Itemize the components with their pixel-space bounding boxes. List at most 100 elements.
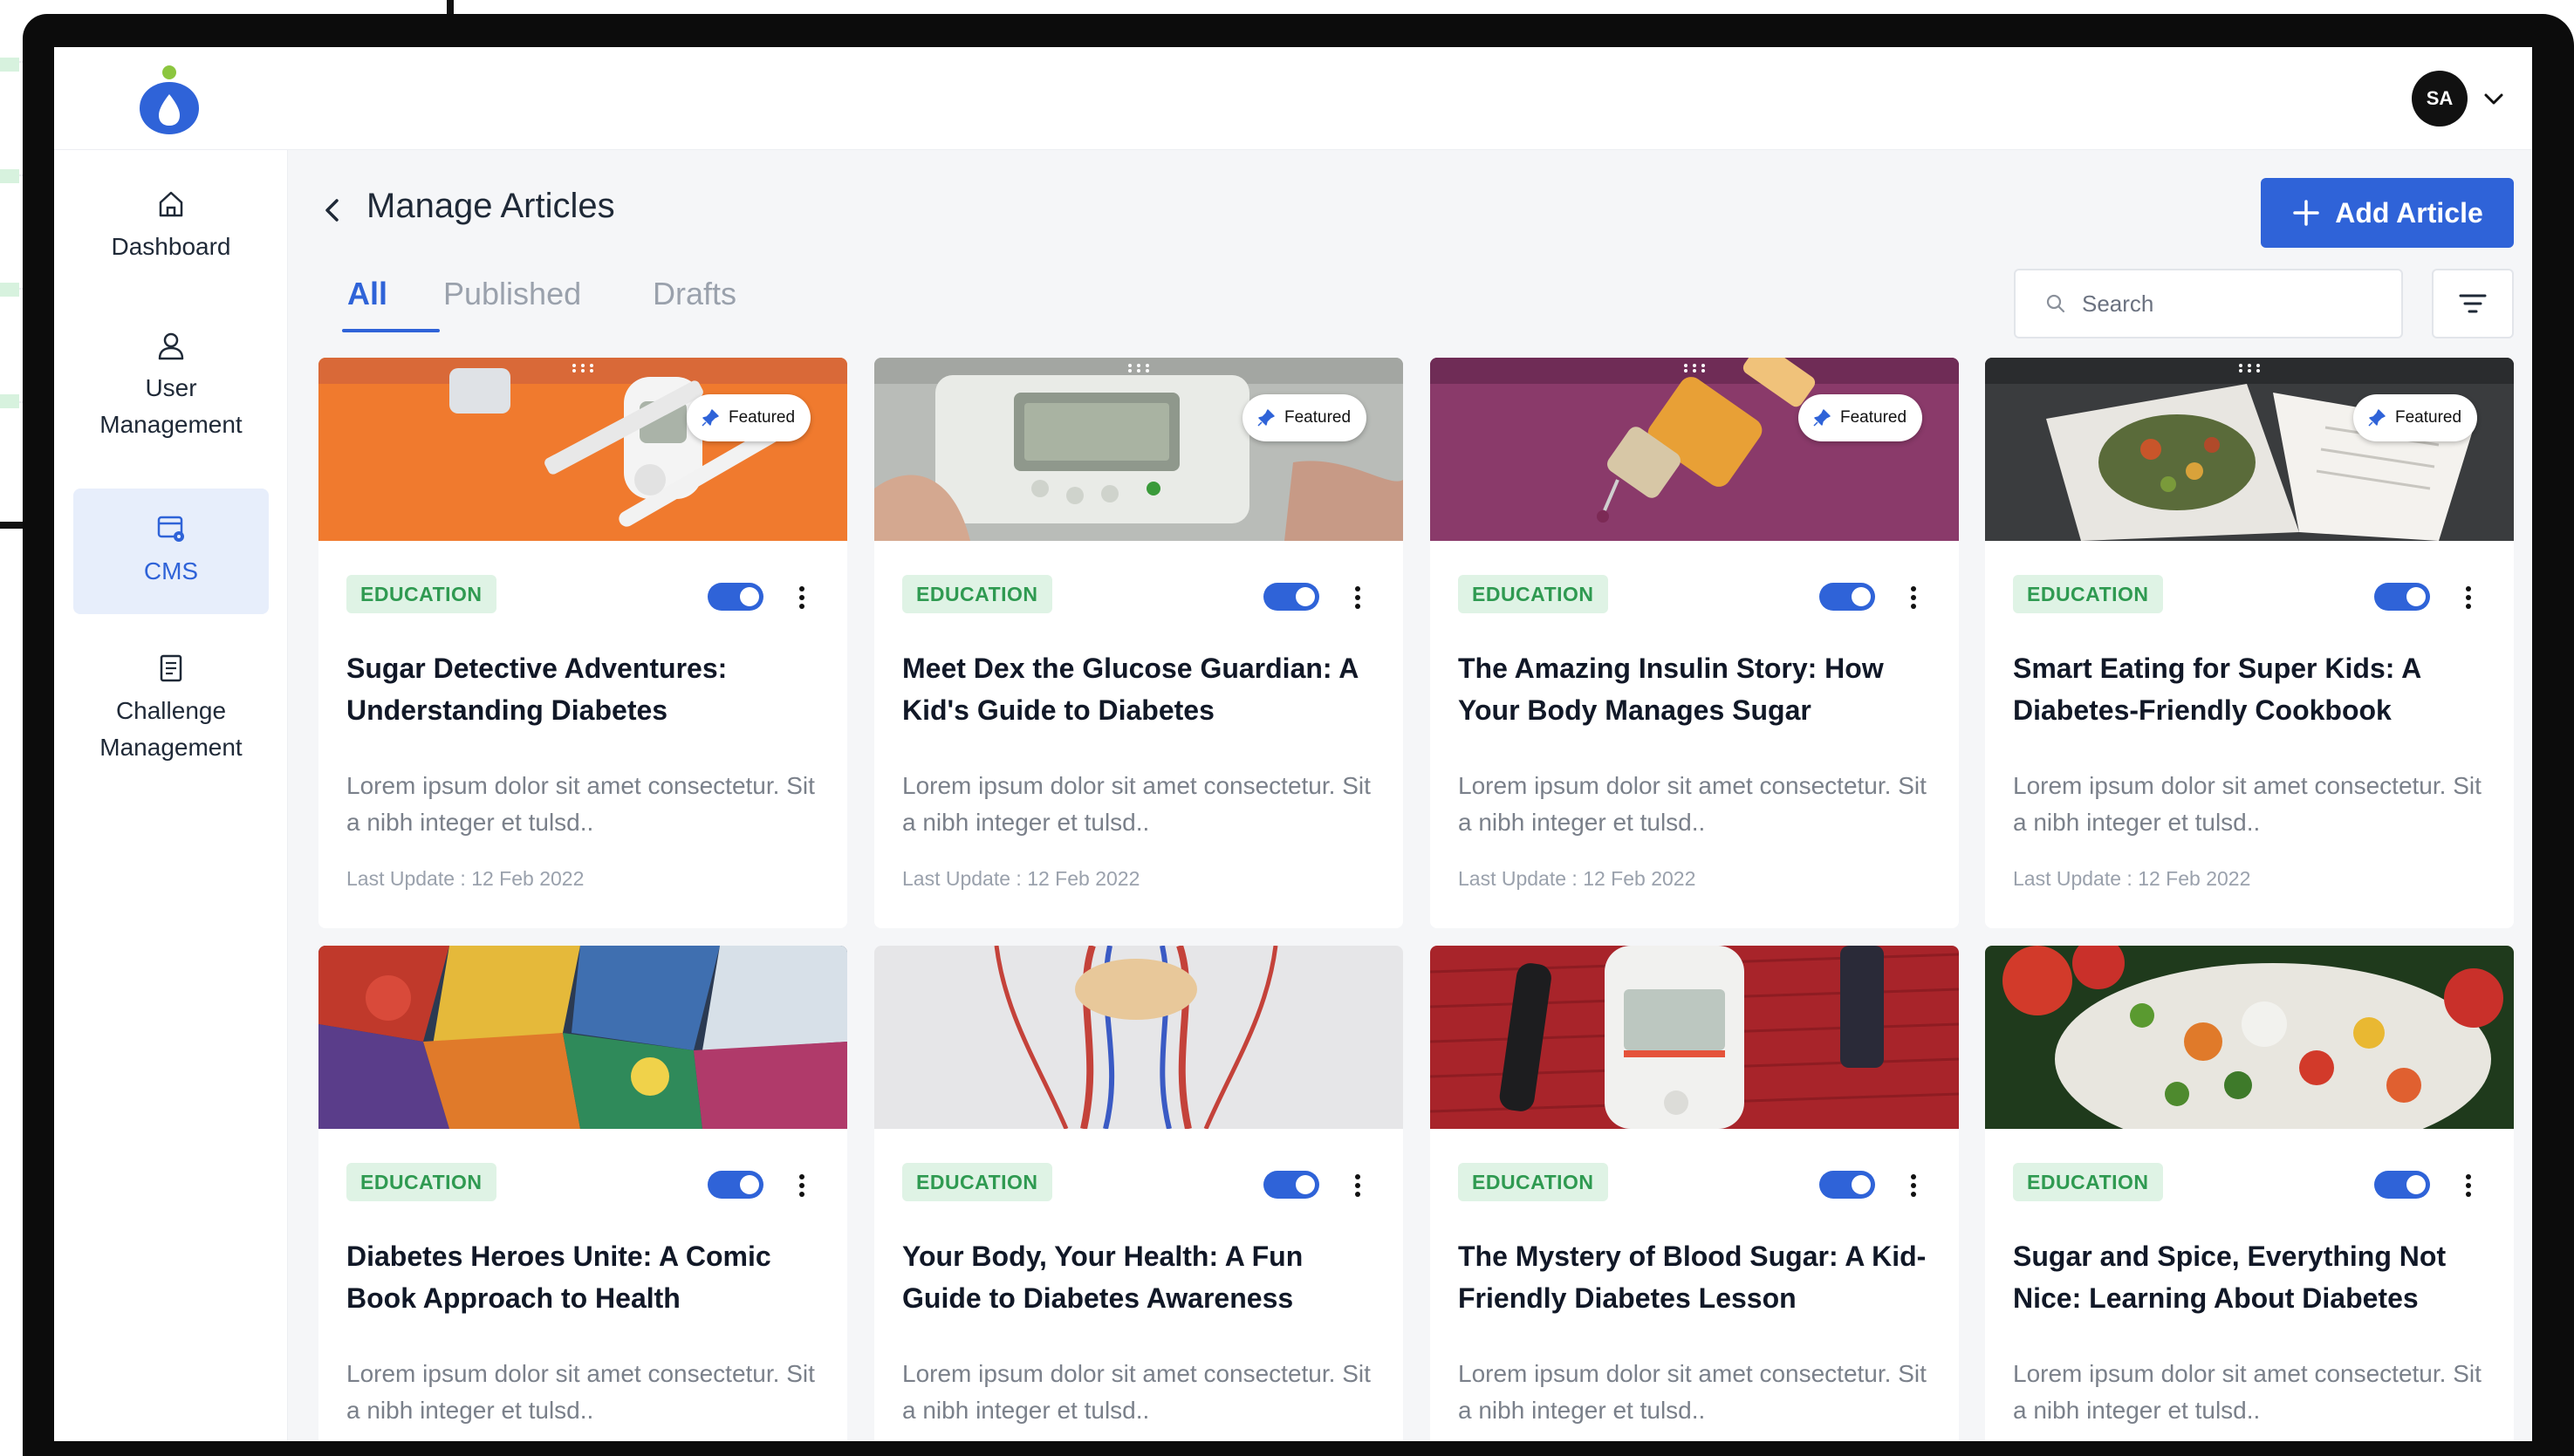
- pin-icon: [702, 409, 719, 427]
- article-title: Diabetes Heroes Unite: A Comic Book Appr…: [346, 1241, 771, 1314]
- sidebar-item-challenge-management[interactable]: Challenge Management: [73, 653, 269, 792]
- publish-toggle[interactable]: [1263, 583, 1319, 611]
- category-tag: EDUCATION: [902, 1163, 1052, 1201]
- article-card[interactable]: EDUCATION Your Body, Your Health: A Fun …: [874, 946, 1403, 1441]
- article-description: Lorem ipsum dolor sit amet consectetur. …: [2013, 1360, 2482, 1424]
- article-title: Smart Eating for Super Kids: A Diabetes-…: [2013, 653, 2421, 726]
- back-arrow-icon[interactable]: [319, 195, 346, 225]
- publish-toggle[interactable]: [708, 583, 763, 611]
- sidebar-item-label: Management: [99, 411, 243, 438]
- more-options-icon[interactable]: [797, 584, 807, 611]
- more-options-icon[interactable]: [1352, 584, 1363, 611]
- featured-badge: Featured: [687, 394, 811, 441]
- category-tag: EDUCATION: [1458, 575, 1608, 613]
- filter-button[interactable]: [2432, 269, 2514, 338]
- article-title: Sugar and Spice, Everything Not Nice: Le…: [2013, 1241, 2447, 1314]
- pin-icon: [1257, 409, 1275, 427]
- top-bar: SA: [54, 47, 2532, 150]
- more-options-icon[interactable]: [2463, 1172, 2474, 1199]
- featured-label: Featured: [2395, 408, 2462, 427]
- background-tag: [0, 58, 19, 72]
- article-card[interactable]: Featured EDUCATION The Amazing Insulin S…: [1430, 358, 1959, 928]
- category-tag: EDUCATION: [346, 575, 496, 613]
- app-logo-icon[interactable]: [136, 65, 202, 136]
- background-tag: [0, 283, 19, 297]
- publish-toggle[interactable]: [1819, 1171, 1875, 1199]
- background-tag: [0, 169, 19, 183]
- featured-label: Featured: [1284, 408, 1352, 427]
- article-description: Lorem ipsum dolor sit amet consectetur. …: [1458, 772, 1927, 836]
- home-icon: [159, 191, 183, 217]
- category-tag: EDUCATION: [346, 1163, 496, 1201]
- article-description: Lorem ipsum dolor sit amet consectetur. …: [346, 1360, 815, 1424]
- category-tag: EDUCATION: [2013, 575, 2163, 613]
- article-card[interactable]: EDUCATION The Mystery of Blood Sugar: A …: [1430, 946, 1959, 1441]
- clipboard-icon: [160, 654, 182, 682]
- tab-published[interactable]: Published: [443, 276, 581, 312]
- tab-drafts[interactable]: Drafts: [653, 276, 736, 312]
- featured-label: Featured: [1840, 408, 1907, 427]
- last-update: Last Update : 12 Feb 2022: [902, 867, 1140, 890]
- user-avatar[interactable]: SA: [2412, 71, 2468, 126]
- cms-icon: [157, 516, 184, 542]
- more-options-icon[interactable]: [1908, 1172, 1919, 1199]
- page-title: Manage Articles: [366, 187, 615, 225]
- featured-badge: Featured: [2353, 394, 2478, 441]
- publish-toggle[interactable]: [2374, 583, 2430, 611]
- sidebar-item-label: Challenge: [115, 697, 227, 724]
- drag-handle-icon[interactable]: [1683, 363, 1706, 373]
- article-thumbnail: [1430, 946, 1959, 1129]
- drag-handle-icon[interactable]: [2238, 363, 2261, 373]
- drag-handle-icon[interactable]: [572, 363, 594, 373]
- article-title: The Amazing Insulin Story: How Your Body…: [1458, 653, 1884, 726]
- app-screen: SA Dashboard User Management CMS Challen…: [54, 47, 2532, 1441]
- sidebar-item-dashboard[interactable]: Dashboard: [73, 188, 269, 293]
- sidebar-item-cms[interactable]: CMS: [73, 489, 269, 614]
- article-thumbnail: [874, 358, 1403, 541]
- user-icon: [158, 332, 184, 360]
- article-description: Lorem ipsum dolor sit amet consectetur. …: [346, 772, 815, 836]
- drag-handle-icon[interactable]: [1127, 363, 1150, 373]
- last-update: Last Update : 12 Feb 2022: [2013, 867, 2251, 890]
- more-options-icon[interactable]: [1908, 584, 1919, 611]
- publish-toggle[interactable]: [2374, 1171, 2430, 1199]
- article-card[interactable]: Featured EDUCATION Sugar Detective Adven…: [318, 358, 847, 928]
- article-title: Your Body, Your Health: A Fun Guide to D…: [902, 1241, 1304, 1314]
- publish-toggle[interactable]: [1819, 583, 1875, 611]
- sidebar: Dashboard User Management CMS Challenge …: [54, 150, 288, 1441]
- category-tag: EDUCATION: [902, 575, 1052, 613]
- more-options-icon[interactable]: [2463, 584, 2474, 611]
- article-card[interactable]: EDUCATION Sugar and Spice, Everything No…: [1985, 946, 2514, 1441]
- sidebar-item-label: Management: [99, 734, 243, 761]
- article-card[interactable]: Featured EDUCATION Smart Eating for Supe…: [1985, 358, 2514, 928]
- article-description: Lorem ipsum dolor sit amet consectetur. …: [1458, 1360, 1927, 1424]
- more-options-icon[interactable]: [797, 1172, 807, 1199]
- article-card[interactable]: EDUCATION Diabetes Heroes Unite: A Comic…: [318, 946, 847, 1441]
- featured-badge: Featured: [1798, 394, 1923, 441]
- article-title: Meet Dex the Glucose Guardian: A Kid's G…: [902, 653, 1359, 726]
- tab-all[interactable]: All: [347, 276, 387, 312]
- more-options-icon[interactable]: [1352, 1172, 1363, 1199]
- article-description: Lorem ipsum dolor sit amet consectetur. …: [2013, 772, 2482, 836]
- pin-icon: [1813, 409, 1831, 427]
- article-thumbnail: [318, 946, 847, 1129]
- article-title: The Mystery of Blood Sugar: A Kid-Friend…: [1458, 1241, 1927, 1314]
- article-card[interactable]: Featured EDUCATION Meet Dex the Glucose …: [874, 358, 1403, 928]
- search-input[interactable]: Search: [2014, 269, 2403, 338]
- article-thumbnail: [1985, 946, 2514, 1129]
- plus-icon: [2293, 200, 2319, 226]
- sidebar-item-label: User: [145, 374, 197, 401]
- publish-toggle[interactable]: [708, 1171, 763, 1199]
- article-thumbnail: [874, 946, 1403, 1129]
- publish-toggle[interactable]: [1263, 1171, 1319, 1199]
- background-tag: [0, 394, 19, 408]
- featured-label: Featured: [729, 408, 796, 427]
- article-thumbnail: [1985, 358, 2514, 541]
- sidebar-item-label: Dashboard: [111, 233, 231, 260]
- sidebar-item-user-management[interactable]: User Management: [73, 330, 269, 469]
- active-tab-indicator: [342, 329, 440, 332]
- category-tag: EDUCATION: [2013, 1163, 2163, 1201]
- chevron-down-icon[interactable]: [2482, 87, 2505, 110]
- add-article-button[interactable]: Add Article: [2261, 178, 2514, 248]
- search-icon: [2046, 294, 2065, 313]
